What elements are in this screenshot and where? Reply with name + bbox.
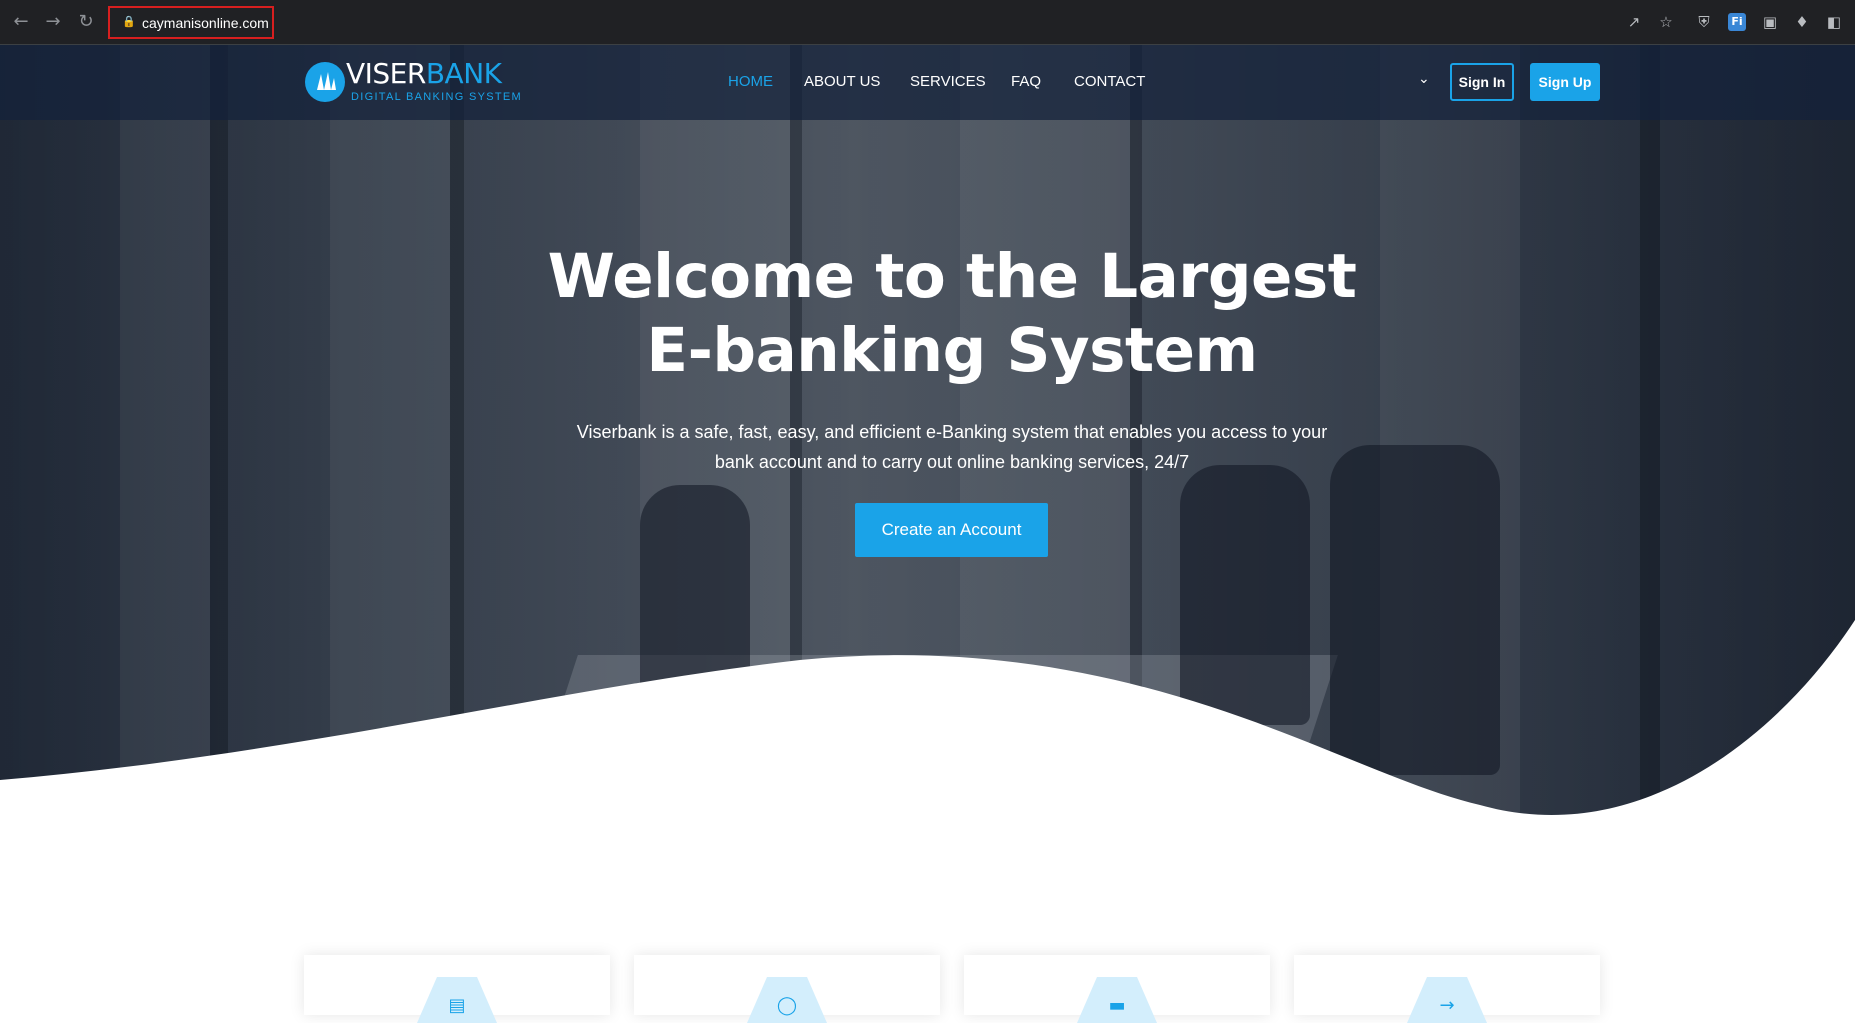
document-icon: ▤ bbox=[448, 995, 466, 1016]
transfer-icon: → bbox=[1439, 995, 1455, 1016]
browser-toolbar: ← → ↻ 🔒 caymanisonline.com ↗ ☆ ⛨ Fi ▣ ♦ … bbox=[0, 0, 1855, 45]
feature-card[interactable]: → bbox=[1294, 955, 1600, 1023]
hex-badge: → bbox=[1407, 977, 1487, 1023]
url-text: caymanisonline.com bbox=[142, 15, 269, 31]
hero-section: VISERBANK DIGITAL BANKING SYSTEM HOME AB… bbox=[0, 45, 1855, 865]
address-bar[interactable]: 🔒 caymanisonline.com bbox=[108, 6, 274, 39]
puzzle-icon[interactable]: ♦ bbox=[1792, 12, 1812, 32]
database-icon: ◯ bbox=[776, 995, 798, 1016]
share-icon[interactable]: ↗ bbox=[1624, 12, 1644, 32]
lock-icon: 🔒 bbox=[122, 15, 136, 28]
shield-icon[interactable]: ⛨ bbox=[1694, 12, 1714, 32]
feature-card[interactable]: ▤ bbox=[304, 955, 610, 1023]
feature-card[interactable]: ◯ bbox=[634, 955, 940, 1023]
forward-icon[interactable]: → bbox=[42, 11, 64, 33]
card-icon: ▬ bbox=[1108, 995, 1126, 1016]
star-icon[interactable]: ☆ bbox=[1656, 12, 1676, 32]
hex-badge: ▤ bbox=[417, 977, 497, 1023]
reload-icon[interactable]: ↻ bbox=[75, 11, 97, 33]
window-icon[interactable]: ▣ bbox=[1760, 12, 1780, 32]
hero-wave bbox=[0, 620, 1855, 865]
feature-card[interactable]: ▬ bbox=[964, 955, 1270, 1023]
hex-badge: ◯ bbox=[747, 977, 827, 1023]
sidebar-icon[interactable]: ◧ bbox=[1824, 12, 1844, 32]
fi-extension-icon[interactable]: Fi bbox=[1728, 13, 1746, 31]
hex-badge: ▬ bbox=[1077, 977, 1157, 1023]
back-icon[interactable]: ← bbox=[10, 11, 32, 33]
